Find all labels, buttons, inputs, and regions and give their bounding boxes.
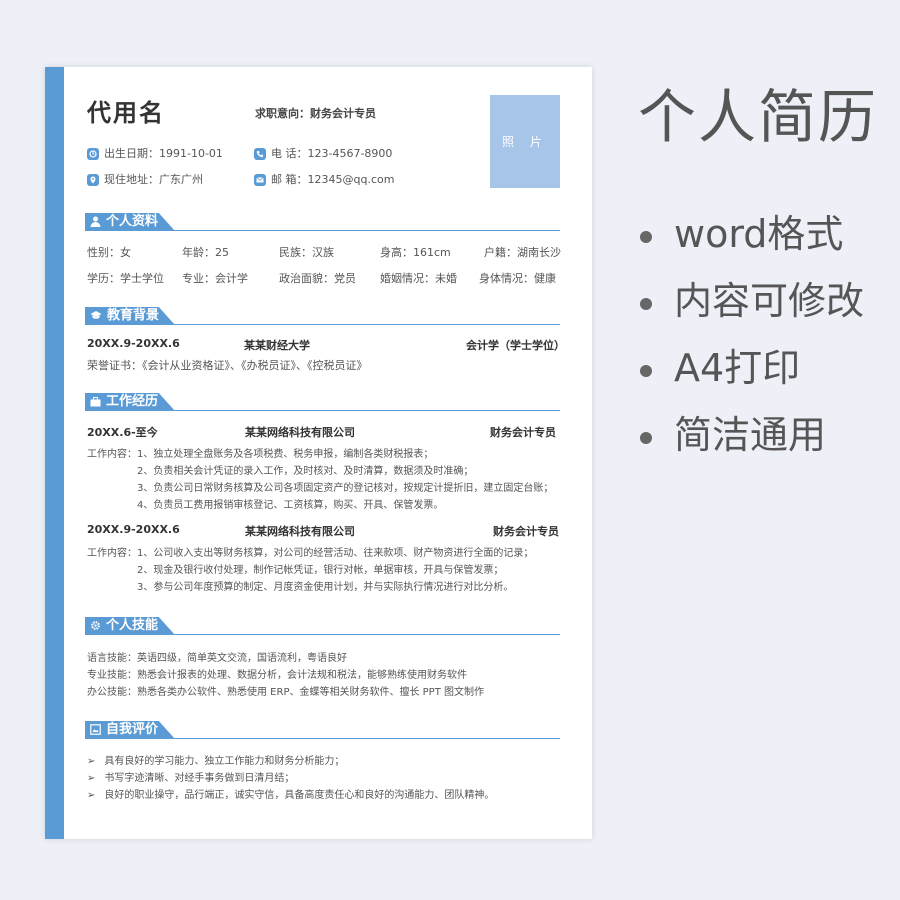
edu-honors: 荣誉证书：《会计从业资格证》、《办税员证》、《控税员证》: [87, 359, 368, 372]
bullet-dot-icon: [640, 364, 652, 377]
work1-company: 某某网络科技有限公司: [245, 426, 355, 439]
personal-gender: 性别：女: [87, 246, 131, 259]
photo-placeholder: 照 片: [490, 95, 560, 188]
resume-name: 代用名: [87, 99, 165, 127]
section-title: 教育背景: [85, 307, 175, 325]
work2-period: 20XX.9-20XX.6: [87, 523, 180, 536]
skill-line: 办公技能：熟悉各类办公软件、熟悉使用 ERP、金蝶等相关财务软件、擅长 PPT …: [87, 687, 485, 698]
email-text: 邮 箱：12345@qq.com: [271, 173, 395, 186]
job-intent: 求职意向：财务会计专员: [255, 107, 376, 120]
bullet-dot-icon: [640, 230, 652, 243]
person-icon: [90, 216, 101, 227]
section-personal: 个人资料: [85, 213, 560, 231]
resume-page: 代用名 求职意向：财务会计专员 照 片 出生日期：1991-10-01 电 话：…: [45, 67, 592, 839]
personal-hometown: 户籍：湖南长沙: [484, 246, 561, 259]
section-skills: 个人技能: [85, 617, 560, 635]
email-info: 邮 箱：12345@qq.com: [254, 171, 394, 187]
skill-line: 专业技能：熟悉会计报表的处理、数据分析，会计法规和税法，能够熟练使用财务软件: [87, 670, 467, 681]
image-icon: [90, 724, 101, 735]
self-item: ➢ 具有良好的学习能力、独立工作能力和财务分析能力；: [87, 756, 345, 767]
address-info: 现住地址：广东广州: [87, 171, 203, 187]
birth-text: 出生日期：1991-10-01: [104, 147, 223, 160]
work1-line: 4、负责员工费用报销审核登记、工资核算，购买、开具、保管发票。: [137, 500, 444, 511]
promo-feature: 内容可修改: [640, 270, 864, 325]
work2-company: 某某网络科技有限公司: [245, 525, 355, 538]
section-work: 工作经历: [85, 393, 560, 411]
graduation-cap-icon: [90, 311, 102, 319]
promo-feature: 简洁通用: [640, 404, 826, 459]
section-education: 教育背景: [85, 307, 560, 325]
arrow-bullet-icon: ➢: [87, 790, 96, 801]
personal-health: 身体情况：健康: [479, 272, 556, 285]
self-item: ➢ 书写字迹清晰、对经手事务做到日清月结；: [87, 773, 295, 784]
personal-height: 身高：161cm: [380, 246, 451, 259]
promo-feature: word格式: [640, 203, 843, 258]
personal-major: 专业：会计学: [182, 272, 248, 285]
briefcase-icon: [90, 397, 101, 407]
arrow-bullet-icon: ➢: [87, 773, 96, 784]
edu-period: 20XX.9-20XX.6: [87, 337, 180, 350]
gear-icon: [91, 621, 100, 630]
bullet-dot-icon: [640, 297, 652, 310]
personal-ethnicity: 民族：汉族: [279, 246, 334, 259]
work2-line: 工作内容：1、公司收入支出等财务核算，对公司的经营活动、往来款项、财产物资进行全…: [87, 548, 534, 559]
mail-icon: [254, 174, 266, 186]
work2-role: 财务会计专员: [493, 525, 559, 538]
birth-info: 出生日期：1991-10-01: [87, 145, 223, 161]
section-self-evaluation: 自我评价: [85, 721, 560, 739]
bullet-dot-icon: [640, 431, 652, 444]
address-text: 现住地址：广东广州: [104, 173, 203, 186]
work2-line: 3、参与公司年度预算的制定、月度资金使用计划，并与实际执行情况进行对比分析。: [137, 582, 514, 593]
work1-period: 20XX.6-至今: [87, 426, 158, 439]
section-title: 个人技能: [85, 617, 175, 635]
personal-politics: 政治面貌：党员: [279, 272, 356, 285]
left-accent-bar: [45, 67, 64, 839]
promo-feature: A4打印: [640, 337, 800, 392]
personal-degree: 学历：学士学位: [87, 272, 164, 285]
phone-icon: [254, 148, 266, 160]
phone-info: 电 话：123-4567-8900: [254, 145, 392, 161]
work1-line: 工作内容：1、独立处理全盘账务及各项税费、税务申报，编制各类财税报表；: [87, 449, 434, 460]
arrow-bullet-icon: ➢: [87, 756, 96, 767]
calendar-icon: [87, 148, 99, 160]
personal-marital: 婚姻情况：未婚: [380, 272, 457, 285]
work1-line: 2、负责相关会计凭证的录入工作，及时核对、及时清算，数据须及时准确；: [137, 466, 474, 477]
phone-text: 电 话：123-4567-8900: [271, 147, 393, 160]
location-icon: [87, 174, 99, 186]
section-title: 工作经历: [85, 393, 175, 411]
promo-title: 个人简历: [638, 83, 879, 151]
work2-line: 2、现金及银行收付处理，制作记帐凭证，银行对帐，单据审核，开具与保管发票；: [137, 565, 504, 576]
self-item: ➢ 良好的职业操守，品行端正，诚实守信，具备高度责任心和良好的沟通能力、团队精神。: [87, 790, 495, 801]
edu-major: 会计学（学士学位）: [466, 339, 565, 352]
skill-line: 语言技能：英语四级，简单英文交流，国语流利，粤语良好: [87, 653, 347, 664]
work1-role: 财务会计专员: [490, 426, 556, 439]
section-title: 自我评价: [85, 721, 175, 739]
edu-school: 某某财经大学: [244, 339, 310, 352]
personal-age: 年龄：25: [182, 246, 229, 259]
work1-line: 3、负责公司日常财务核算及公司各项固定资产的登记核对，按规定计提折旧，建立固定台…: [137, 483, 554, 494]
section-title: 个人资料: [85, 213, 175, 231]
